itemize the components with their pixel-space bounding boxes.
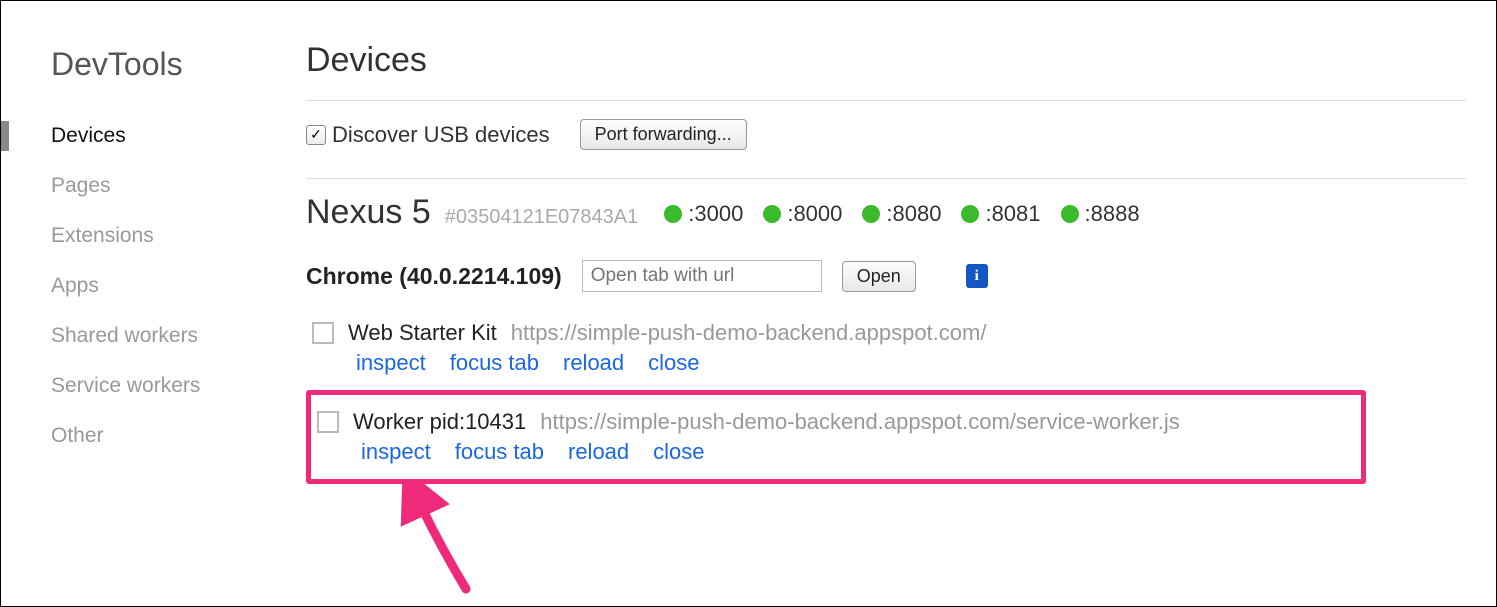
device-name: Nexus 5: [306, 193, 431, 232]
info-icon[interactable]: i: [966, 264, 988, 288]
inspect-target: Web Starter Kit https://simple-push-demo…: [306, 312, 1466, 384]
discover-usb-label[interactable]: ✓ Discover USB devices: [306, 122, 550, 148]
status-dot-icon: [862, 205, 880, 223]
sidebar-item-shared-workers[interactable]: Shared workers: [51, 311, 266, 361]
sidebar-item-other[interactable]: Other: [51, 411, 266, 461]
close-link[interactable]: close: [653, 439, 704, 465]
close-link[interactable]: close: [648, 350, 699, 376]
browser-row: Chrome (40.0.2214.109) Open i: [306, 260, 1466, 292]
page-title: Devices: [306, 41, 1466, 101]
device-id: #03504121E07843A1: [445, 206, 639, 229]
open-button[interactable]: Open: [842, 261, 916, 292]
status-dot-icon: [664, 205, 682, 223]
reload-link[interactable]: reload: [563, 350, 624, 376]
target-url: https://simple-push-demo-backend.appspot…: [540, 409, 1180, 435]
port-8000: :8000: [763, 201, 842, 227]
port-3000: :3000: [664, 201, 743, 227]
sidebar-title: DevTools: [51, 46, 266, 83]
sidebar: DevTools Devices Pages Extensions Apps S…: [1, 1, 266, 606]
target-title: Web Starter Kit: [348, 320, 497, 346]
status-dot-icon: [961, 205, 979, 223]
port-8080: :8080: [862, 201, 941, 227]
status-dot-icon: [1061, 205, 1079, 223]
sidebar-item-service-workers[interactable]: Service workers: [51, 361, 266, 411]
port-8081: :8081: [961, 201, 1040, 227]
discover-usb-checkbox[interactable]: ✓: [306, 125, 326, 145]
port-8888: :8888: [1061, 201, 1140, 227]
sidebar-item-apps[interactable]: Apps: [51, 261, 266, 311]
discover-usb-text: Discover USB devices: [332, 122, 550, 148]
target-checkbox[interactable]: [317, 411, 339, 433]
inspect-link[interactable]: inspect: [356, 350, 426, 376]
sidebar-item-devices[interactable]: Devices: [51, 111, 266, 161]
browser-name: Chrome (40.0.2214.109): [306, 263, 562, 290]
reload-link[interactable]: reload: [568, 439, 629, 465]
inspect-link[interactable]: inspect: [361, 439, 431, 465]
device-header: Nexus 5 #03504121E07843A1 :3000 :8000 :8…: [306, 178, 1466, 232]
sidebar-item-pages[interactable]: Pages: [51, 161, 266, 211]
port-forwarding-button[interactable]: Port forwarding...: [580, 119, 747, 150]
open-tab-url-input[interactable]: [582, 260, 822, 292]
main-content: Devices ✓ Discover USB devices Port forw…: [266, 1, 1496, 606]
toolbar: ✓ Discover USB devices Port forwarding..…: [306, 119, 1466, 150]
status-dot-icon: [763, 205, 781, 223]
target-checkbox[interactable]: [312, 322, 334, 344]
sidebar-item-extensions[interactable]: Extensions: [51, 211, 266, 261]
focus-tab-link[interactable]: focus tab: [450, 350, 539, 376]
target-url: https://simple-push-demo-backend.appspot…: [511, 320, 987, 346]
focus-tab-link[interactable]: focus tab: [455, 439, 544, 465]
target-title: Worker pid:10431: [353, 409, 526, 435]
inspect-target-highlighted: Worker pid:10431 https://simple-push-dem…: [306, 390, 1366, 484]
